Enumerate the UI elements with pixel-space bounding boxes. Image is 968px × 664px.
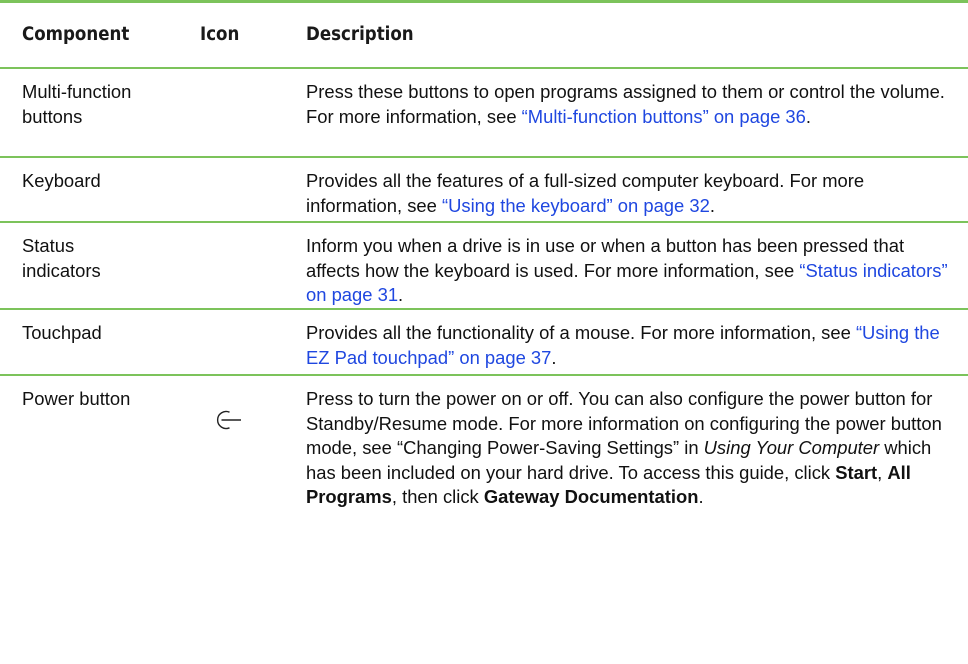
separator: , then click — [391, 486, 484, 507]
component-description: Provides all the functionality of a mous… — [306, 310, 968, 374]
cross-reference-link[interactable]: “Multi-function buttons” on page 36 — [522, 106, 806, 127]
book-title: Using Your Computer — [703, 437, 880, 458]
description-end: . — [551, 346, 557, 368]
description-end: . — [398, 284, 404, 305]
gateway-documentation-label: Gateway Documentation — [483, 486, 699, 507]
power-icon — [216, 410, 241, 430]
table-row: Power button Press to turn the power on … — [0, 376, 968, 576]
icon-cell — [190, 223, 306, 308]
separator: , — [877, 461, 888, 483]
icon-cell — [190, 310, 306, 374]
component-description: Press to turn the power on or off. You c… — [306, 376, 968, 576]
table-row: Status indicators Inform you when a driv… — [0, 223, 968, 310]
component-name: Keyboard — [22, 170, 101, 191]
components-table: Component Icon Description Multi-functio… — [0, 0, 968, 576]
table-row: Keyboard Provides all the features of a … — [0, 158, 968, 223]
icon-cell — [190, 69, 306, 156]
component-description: Press these buttons to open programs ass… — [306, 69, 968, 156]
header-description: Description — [306, 23, 414, 45]
icon-cell — [190, 376, 306, 576]
table-row: Touchpad Provides all the functionality … — [0, 310, 968, 376]
description-text: Provides all the functionality of a mous… — [306, 322, 856, 343]
component-description: Inform you when a drive is in use or whe… — [306, 223, 968, 308]
header-component: Component — [22, 23, 130, 45]
component-name: Multi-function buttons — [22, 81, 132, 127]
icon-cell — [190, 158, 306, 221]
description-end: . — [698, 486, 704, 507]
description-end: . — [805, 105, 811, 127]
table-row: Multi-function buttons Press these butto… — [0, 69, 968, 158]
component-name: Status indicators — [22, 235, 101, 281]
component-name: Power button — [22, 388, 131, 409]
header-icon: Icon — [200, 23, 240, 45]
component-name: Touchpad — [22, 322, 102, 343]
cross-reference-link[interactable]: “Using the keyboard” on page 32 — [442, 195, 710, 216]
component-description: Provides all the features of a full-size… — [306, 158, 968, 221]
table-header-row: Component Icon Description — [0, 3, 968, 69]
description-end: . — [709, 194, 715, 216]
start-menu-label: Start — [835, 461, 878, 483]
